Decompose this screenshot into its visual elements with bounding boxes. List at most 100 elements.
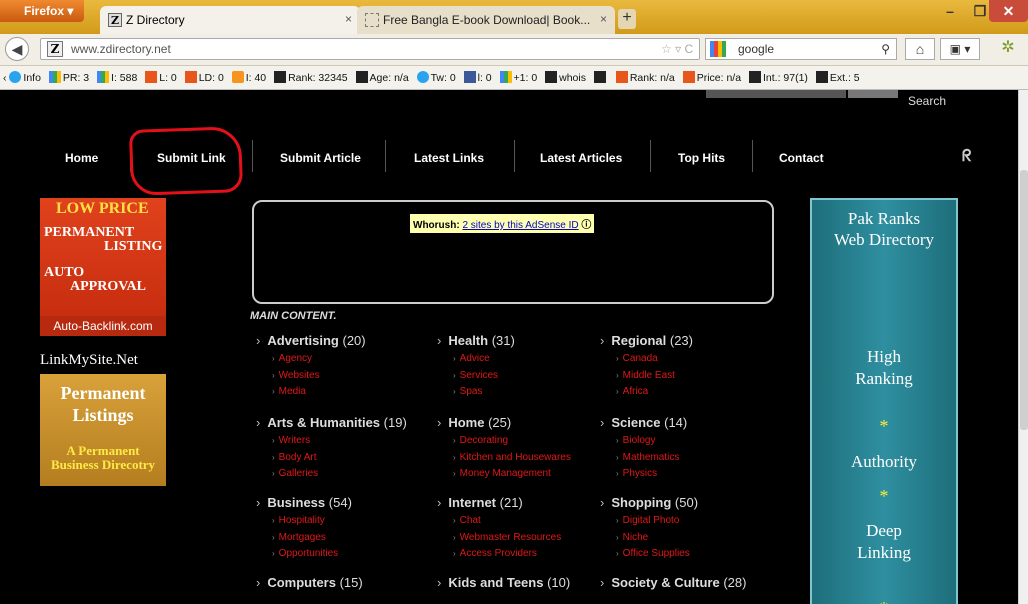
- seo-alexa-rank[interactable]: Rank: 32345: [274, 66, 348, 89]
- subcategory-link[interactable]: › Agency: [256, 351, 366, 368]
- subcategory-link[interactable]: › Digital Photo: [600, 513, 698, 530]
- scrollbar[interactable]: [1018, 90, 1028, 604]
- subcategory-link[interactable]: › Services: [437, 368, 515, 385]
- nav-latest-links[interactable]: Latest Links: [414, 151, 484, 165]
- seo-google-index[interactable]: I: 588: [97, 66, 137, 89]
- subcategory-link[interactable]: › Office Supplies: [600, 546, 698, 563]
- subcategory-name: Services: [459, 369, 499, 381]
- seo-info[interactable]: ‹ Info: [3, 66, 41, 89]
- category-link[interactable]: › Advertising (20): [256, 333, 366, 348]
- subcategory-link[interactable]: › Media: [256, 384, 366, 401]
- close-window-icon[interactable]: ✕: [989, 0, 1028, 22]
- subcategory-link[interactable]: › Niche: [600, 530, 698, 547]
- seo-link-domains[interactable]: LD: 0: [184, 66, 224, 89]
- firefox-menu-button[interactable]: Firefox ▾: [0, 0, 84, 22]
- subcategory-link[interactable]: › Decorating: [437, 433, 571, 450]
- subcategory-link[interactable]: › Physics: [600, 466, 687, 483]
- category-name: Computers: [267, 575, 336, 590]
- category-link[interactable]: › Kids and Teens (10): [437, 575, 570, 590]
- seo-bing-index[interactable]: I: 40: [231, 66, 266, 89]
- scrollbar-thumb[interactable]: [1020, 170, 1028, 430]
- site-search-button[interactable]: Search: [908, 94, 946, 108]
- subcategory-link[interactable]: › Galleries: [256, 466, 407, 483]
- category-link[interactable]: › Business (54): [256, 495, 352, 510]
- tab-z-directory[interactable]: Z Z Directory ×: [100, 6, 360, 34]
- seo-price[interactable]: Price: n/a: [682, 66, 742, 89]
- subcategory-link[interactable]: › Webmaster Resources: [437, 530, 561, 547]
- seo-semrush-rank[interactable]: Rank: n/a: [615, 66, 675, 89]
- seo-internal-links[interactable]: Int.: 97(1): [748, 66, 808, 89]
- auto-backlink-ad[interactable]: LOW PRICE PERMANENT LISTING AUTO APPROVAL …: [40, 198, 166, 336]
- subcategory-link[interactable]: › Websites: [256, 368, 366, 385]
- subcategory-link[interactable]: › Money Management: [437, 466, 571, 483]
- subcategory-name: Opportunities: [278, 548, 339, 559]
- bookmarks-icon[interactable]: ▣ ▾: [940, 38, 980, 60]
- category-link[interactable]: › Health (31): [437, 333, 515, 348]
- subcategory-link[interactable]: › Advice: [437, 351, 515, 368]
- home-icon[interactable]: ⌂: [905, 38, 935, 60]
- google-plus-icon: [499, 71, 512, 83]
- semrush-icon: [682, 71, 695, 83]
- subcategory-link[interactable]: › Spas: [437, 384, 515, 401]
- seo-external-links[interactable]: Ext.: 5: [815, 66, 860, 89]
- help-icon[interactable]: ⓘ: [581, 220, 591, 231]
- close-tab-icon[interactable]: ×: [345, 12, 352, 26]
- url-bar[interactable]: Z www.zdirectory.net ☆ ▿ C: [40, 38, 700, 60]
- subcategory-link[interactable]: › Middle East: [600, 368, 693, 385]
- category-link[interactable]: › Arts & Humanities (19): [256, 415, 407, 430]
- subcategory-link[interactable]: › Canada: [600, 351, 693, 368]
- minimize-icon[interactable]: –: [935, 0, 965, 22]
- site-search-input[interactable]: [706, 90, 846, 98]
- back-arrow-icon[interactable]: ◀: [5, 37, 29, 61]
- pak-ranks-ad[interactable]: Pak Ranks Web Directory High Ranking * Aut…: [808, 198, 960, 604]
- nav-contact[interactable]: Contact: [779, 151, 824, 165]
- linkmysite-ad[interactable]: LinkMySite.Net: [40, 352, 170, 369]
- subcategory-link[interactable]: › Chat: [437, 513, 561, 530]
- category-link[interactable]: › Science (14): [600, 415, 687, 430]
- subcategory-link[interactable]: › Mathematics: [600, 450, 687, 467]
- tab-bangla-ebook[interactable]: Free Bangla E-book Download| Book... ×: [357, 6, 615, 34]
- seo-links[interactable]: L: 0: [145, 66, 177, 89]
- links-icon: [748, 71, 761, 83]
- category-block: › Business (54) › Hospitality › Mortgages › Opp…: [256, 495, 352, 563]
- whorush-badge[interactable]: Whorush: 2 sites by this AdSense ID ⓘ: [410, 214, 595, 233]
- new-tab-button[interactable]: +: [618, 9, 636, 29]
- seo-twitter[interactable]: Tw: 0: [416, 66, 456, 89]
- subcategory-link[interactable]: › Body Art: [256, 450, 407, 467]
- nav-submit-article[interactable]: Submit Article: [280, 151, 361, 165]
- seo-pagerank[interactable]: PR: 3: [48, 66, 89, 89]
- category-link[interactable]: › Internet (21): [437, 495, 561, 510]
- category-link[interactable]: › Regional (23): [600, 333, 693, 348]
- subcategory-link[interactable]: › Biology: [600, 433, 687, 450]
- subcategory-link[interactable]: › Kitchen and Housewares: [437, 450, 571, 467]
- subcategory-link[interactable]: › Access Providers: [437, 546, 561, 563]
- category-link[interactable]: › Computers (15): [256, 575, 363, 590]
- seo-google-plus[interactable]: +1: 0: [499, 66, 537, 89]
- nav-top-hits[interactable]: Top Hits: [678, 151, 725, 165]
- search-input[interactable]: google ⚲: [705, 38, 897, 60]
- seo-age[interactable]: Age: n/a: [355, 66, 409, 89]
- addon-gear-icon[interactable]: ✲: [988, 38, 1028, 60]
- seo-text: Price: n/a: [696, 72, 742, 84]
- site-search-go[interactable]: [848, 90, 898, 98]
- permanent-listings-ad[interactable]: Permanent Listings A Permanent Business Di…: [40, 374, 166, 486]
- seo-source[interactable]: [593, 66, 608, 89]
- bookmark-star-icon[interactable]: ☆ ▿ C: [661, 39, 693, 59]
- seo-whois[interactable]: whois: [545, 66, 586, 89]
- subcategory-link[interactable]: › Writers: [256, 433, 407, 450]
- category-link[interactable]: › Society & Culture (28): [600, 575, 746, 590]
- nav-latest-articles[interactable]: Latest Articles: [540, 151, 622, 165]
- subcategory-link[interactable]: › Opportunities: [256, 546, 352, 563]
- rss-icon[interactable]: ᖇ: [962, 148, 971, 166]
- subcategory-link[interactable]: › Hospitality: [256, 513, 352, 530]
- search-icon[interactable]: ⚲: [881, 39, 890, 59]
- close-tab-icon[interactable]: ×: [600, 12, 607, 26]
- subcategory-link[interactable]: › Mortgages: [256, 530, 352, 547]
- semrush-icon: [145, 71, 158, 83]
- subcategory-link[interactable]: › Africa: [600, 384, 693, 401]
- seo-facebook[interactable]: l: 0: [463, 66, 492, 89]
- nav-home[interactable]: Home: [65, 151, 98, 165]
- category-link[interactable]: › Shopping (50): [600, 495, 698, 510]
- category-link[interactable]: › Home (25): [437, 415, 571, 430]
- whorush-link[interactable]: 2 sites by this AdSense ID: [462, 220, 578, 231]
